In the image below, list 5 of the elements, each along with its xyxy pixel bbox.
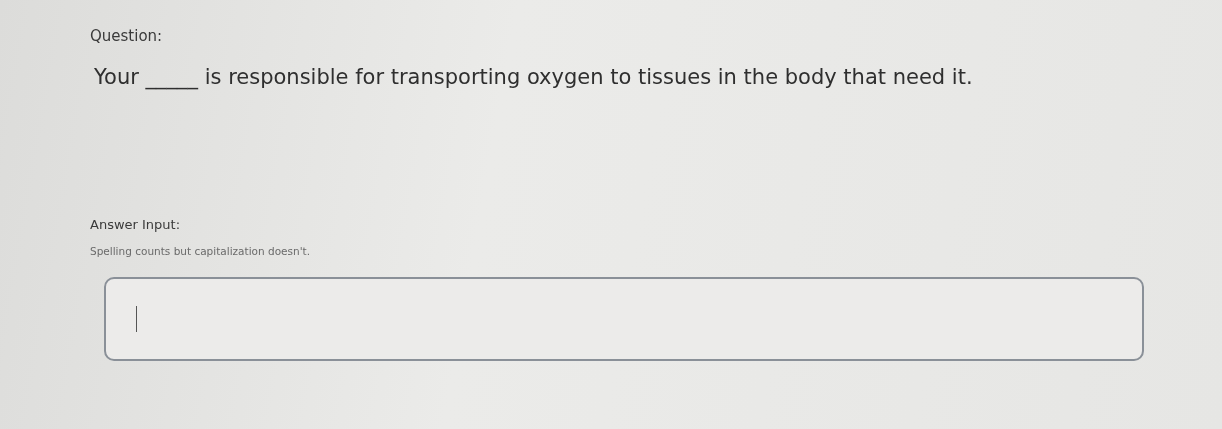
question-text: Your _____ is responsible for transporting oxygen to tissues in the body that need it.: [94, 65, 973, 89]
answer-label: Answer Input:: [90, 217, 181, 232]
hint-text: Spelling counts but capitalization doesn't.: [90, 245, 310, 257]
question-label: Question:: [90, 27, 163, 45]
answer-field[interactable]: [104, 277, 1144, 361]
